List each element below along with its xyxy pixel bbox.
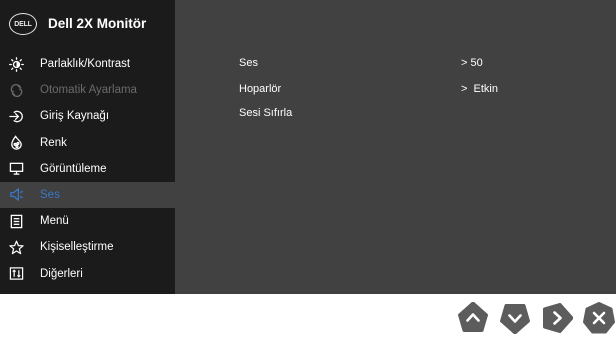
sidebar-item-label: Görüntüleme	[40, 162, 107, 175]
sidebar-item-label: Otomatik Ayarlama	[40, 84, 137, 97]
sidebar-item-label: Giriş Kaynağı	[40, 110, 110, 123]
close-icon	[583, 302, 615, 334]
setting-label: Hoparlör	[239, 83, 282, 95]
sidebar-item-color[interactable]: Renk	[0, 130, 175, 156]
sidebar-item-label: Renk	[40, 136, 67, 149]
close-button[interactable]	[583, 302, 615, 334]
setting-row-volume[interactable]: Ses > 50	[239, 57, 609, 75]
setting-label: Sesi Sıfırla	[239, 107, 293, 119]
chevron-right-icon	[543, 303, 573, 333]
setting-label: Ses	[239, 57, 258, 69]
sidebar-item-label: Kişiselleştirme	[40, 241, 114, 254]
chevron-down-icon	[500, 304, 530, 334]
menu-icon	[8, 213, 24, 229]
sidebar-item-label: Ses	[40, 189, 60, 202]
osd-window: DELL Dell 2X Monitör Parlaklık/Kontrast …	[0, 0, 616, 294]
osd-title: Dell 2X Monitör	[48, 16, 147, 31]
sidebar-item-others[interactable]: Diğerleri	[0, 261, 175, 287]
sidebar-item-label: Diğerleri	[40, 267, 83, 280]
chevron-up-icon	[458, 302, 488, 332]
star-icon	[8, 239, 24, 255]
sidebar-item-personalize[interactable]: Kişiselleştirme	[0, 234, 175, 260]
sidebar-item-auto-adjust: Otomatik Ayarlama	[0, 77, 175, 103]
dell-logo: DELL	[9, 13, 37, 35]
sidebar-item-brightness-contrast[interactable]: Parlaklık/Kontrast	[0, 51, 175, 77]
color-icon	[8, 135, 24, 151]
audio-settings-panel: Ses > 50 Hoparlör > Etkin Sesi Sıfırla	[175, 0, 616, 294]
auto-adjust-icon	[8, 82, 24, 98]
sidebar-item-label: Parlaklık/Kontrast	[40, 58, 131, 71]
setting-value: > 50	[461, 57, 483, 69]
right-button[interactable]	[541, 302, 573, 334]
setting-row-audio-reset[interactable]: Sesi Sıfırla	[239, 107, 609, 125]
input-source-icon	[8, 108, 24, 124]
speaker-icon	[8, 187, 24, 203]
brightness-icon	[8, 56, 24, 72]
sidebar-item-label: Menü	[40, 215, 69, 228]
up-button[interactable]	[457, 302, 489, 334]
down-button[interactable]	[499, 302, 531, 334]
display-icon	[8, 161, 24, 177]
setting-row-speaker[interactable]: Hoparlör > Etkin	[239, 83, 609, 101]
sidebar-menu: Parlaklık/Kontrast Otomatik Ayarlama Gir…	[0, 51, 175, 287]
setting-value: > Etkin	[461, 83, 498, 95]
osd-header: DELL Dell 2X Monitör	[0, 0, 175, 50]
sidebar: DELL Dell 2X Monitör Parlaklık/Kontrast …	[0, 0, 175, 294]
sidebar-item-input-source[interactable]: Giriş Kaynağı	[0, 103, 175, 129]
sidebar-item-audio[interactable]: Ses	[0, 181, 175, 209]
sidebar-item-display[interactable]: Görüntüleme	[0, 156, 175, 182]
others-icon	[8, 266, 24, 282]
sidebar-item-menu[interactable]: Menü	[0, 208, 175, 234]
